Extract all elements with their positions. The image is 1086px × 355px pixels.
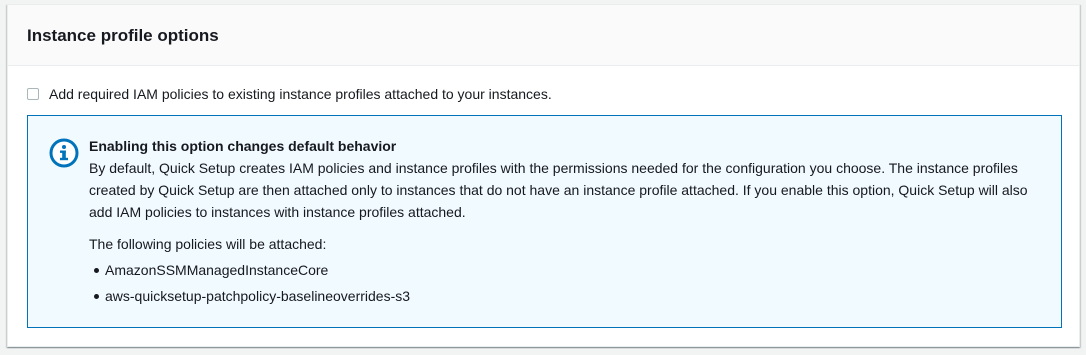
add-iam-policies-option[interactable]: Add required IAM policies to existing in… [27,84,552,104]
add-iam-policies-label[interactable]: Add required IAM policies to existing in… [49,84,552,104]
instance-profile-options-panel: Instance profile options Add required IA… [7,4,1080,347]
info-alert: Enabling this option changes default beh… [27,115,1062,328]
info-heading: Enabling this option changes default beh… [89,138,397,154]
list-item: AmazonSSMManagedInstanceCore [94,259,1049,281]
list-item: aws-quicksetup-patchpolicy-baselineoverr… [94,285,1049,307]
policy-list: AmazonSSMManagedInstanceCore aws-quickse… [89,259,1049,307]
panel-title: Instance profile options [27,26,219,45]
policies-intro: The following policies will be attached: [89,236,327,252]
info-body: By default, Quick Setup creates IAM poli… [89,160,1028,220]
info-icon [49,138,79,168]
panel-header: Instance profile options [8,5,1079,66]
add-iam-policies-checkbox[interactable] [27,88,39,100]
info-content: Enabling this option changes default beh… [89,135,1049,311]
